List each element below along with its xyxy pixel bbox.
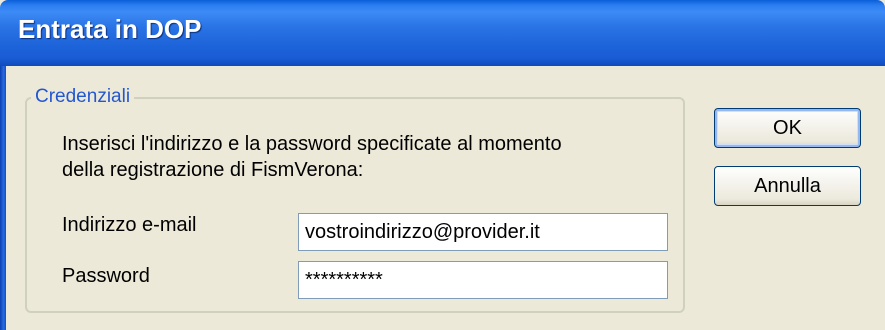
credentials-group-label: Credenziali	[31, 86, 135, 108]
window-left-border	[0, 66, 6, 330]
email-field[interactable]	[298, 213, 668, 251]
password-label: Password	[62, 265, 150, 287]
login-dialog: Entrata in DOP Credenziali Inserisci l'i…	[0, 0, 885, 330]
instructions-line-1: Inserisci l'indirizzo e la password spec…	[62, 133, 562, 155]
title-bar[interactable]: Entrata in DOP	[0, 0, 885, 66]
instructions-line-2: della registrazione di FismVerona:	[62, 159, 364, 181]
window-title: Entrata in DOP	[18, 14, 202, 44]
email-label: Indirizzo e-mail	[62, 214, 197, 236]
instructions-text: Inserisci l'indirizzo e la password spec…	[62, 131, 662, 183]
ok-button[interactable]: OK	[714, 108, 861, 148]
cancel-button[interactable]: Annulla	[714, 166, 861, 206]
password-field[interactable]	[298, 261, 668, 299]
